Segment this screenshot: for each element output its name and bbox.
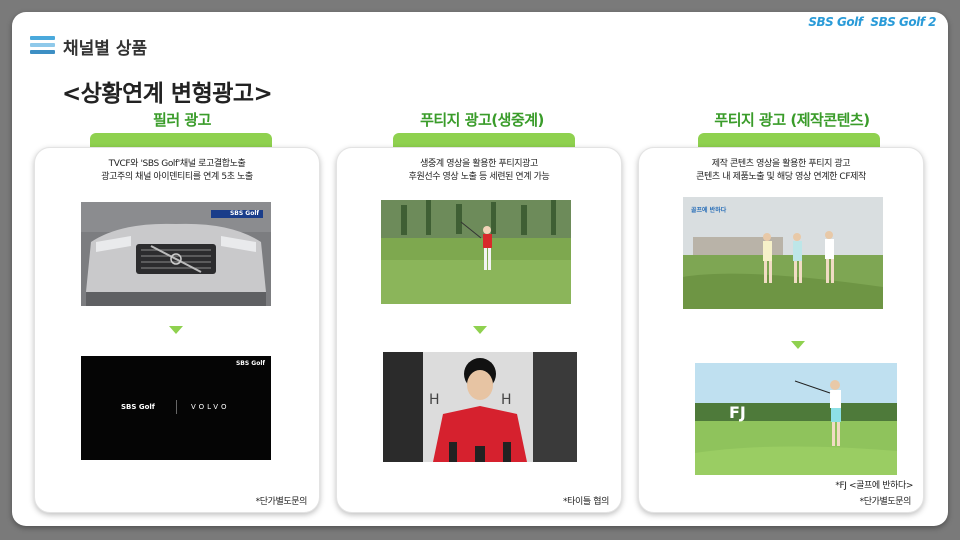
menu-lines-icon — [30, 36, 55, 54]
program-tag: 골프에 반하다 — [691, 207, 727, 214]
endcard-logo-right: VOLVO — [191, 403, 230, 411]
logo-tag: SBS Golf — [235, 360, 265, 367]
title-note: *타이틀 협의 — [563, 497, 609, 507]
desc-line: TVCF와 'SBS Golf'채널 로고결합노출 — [108, 159, 246, 169]
desc-line: 제작 콘텐츠 영상을 활용한 푸티지 광고 — [711, 159, 851, 169]
slide: 채널별 상품 SBS Golf SBS Golf 2 <상황연계 변형광고> 필… — [12, 12, 948, 526]
desc-line: 콘텐츠 내 제품노출 및 해당 영상 연계한 CF제작 — [696, 172, 866, 182]
down-arrow-icon — [169, 326, 183, 334]
golfers-walking-image: 골프에 반하다 — [683, 197, 883, 309]
desc-line: 후원선수 영상 노출 등 세련된 연계 가능 — [408, 172, 550, 182]
svg-text:H: H — [501, 392, 512, 408]
sbs-golf-2-logo: SBS Golf 2 — [870, 15, 936, 29]
desc-line: 광고주의 채널 아이덴티티를 연계 5초 노출 — [101, 172, 253, 182]
card-footage-content: 제작 콘텐츠 영상을 활용한 푸티지 광고 콘텐츠 내 제품노출 및 해당 영상… — [638, 147, 924, 513]
volvo-endcard-image: SBS Golf VOLVO SBS Golf — [81, 356, 271, 460]
card-filler-ad: TVCF와 'SBS Golf'채널 로고결합노출 광고주의 채널 아이덴티티를… — [34, 147, 320, 513]
golfer-fj-image: FJ — [695, 363, 897, 475]
endcard-logo-left: SBS Golf — [121, 403, 155, 411]
column-title-content: 푸티지 광고 (제작콘텐츠) — [714, 111, 870, 129]
fj-logo: FJ — [729, 403, 746, 422]
column-title-live: 푸티지 광고(생중계) — [420, 111, 544, 129]
price-note: *단가별도문의 — [859, 497, 912, 507]
svg-text:H: H — [429, 392, 440, 408]
page-title: 채널별 상품 — [63, 39, 148, 59]
card-description: TVCF와 'SBS Golf'채널 로고결합노출 광고주의 채널 아이덴티티를… — [35, 158, 319, 184]
card-footage-live: 생중계 영상을 활용한 푸티지광고 후원선수 영상 노출 등 세련된 연계 가능 — [336, 147, 622, 513]
price-note: *단가별도문의 — [255, 497, 308, 507]
golfer-swing-image — [381, 200, 571, 304]
divider — [176, 400, 177, 414]
column-title-filler: 필러 광고 — [153, 111, 211, 129]
image-caption: *FJ <골프에 반하다> — [835, 481, 913, 491]
desc-line: 생중계 영상을 활용한 푸티지광고 — [420, 159, 538, 169]
down-arrow-icon — [791, 341, 805, 349]
car-image: SBS Golf — [81, 202, 271, 306]
logo-tag: SBS Golf — [229, 210, 259, 217]
player-interview-image: H H — [383, 352, 577, 462]
sbs-golf-logo: SBS Golf — [808, 15, 863, 29]
channel-logos: SBS Golf SBS Golf 2 — [808, 15, 936, 29]
section-subtitle: <상황연계 변형광고> — [62, 81, 273, 107]
card-description: 제작 콘텐츠 영상을 활용한 푸티지 광고 콘텐츠 내 제품노출 및 해당 영상… — [639, 158, 923, 184]
down-arrow-icon — [473, 326, 487, 334]
card-description: 생중계 영상을 활용한 푸티지광고 후원선수 영상 노출 등 세련된 연계 가능 — [337, 158, 621, 184]
